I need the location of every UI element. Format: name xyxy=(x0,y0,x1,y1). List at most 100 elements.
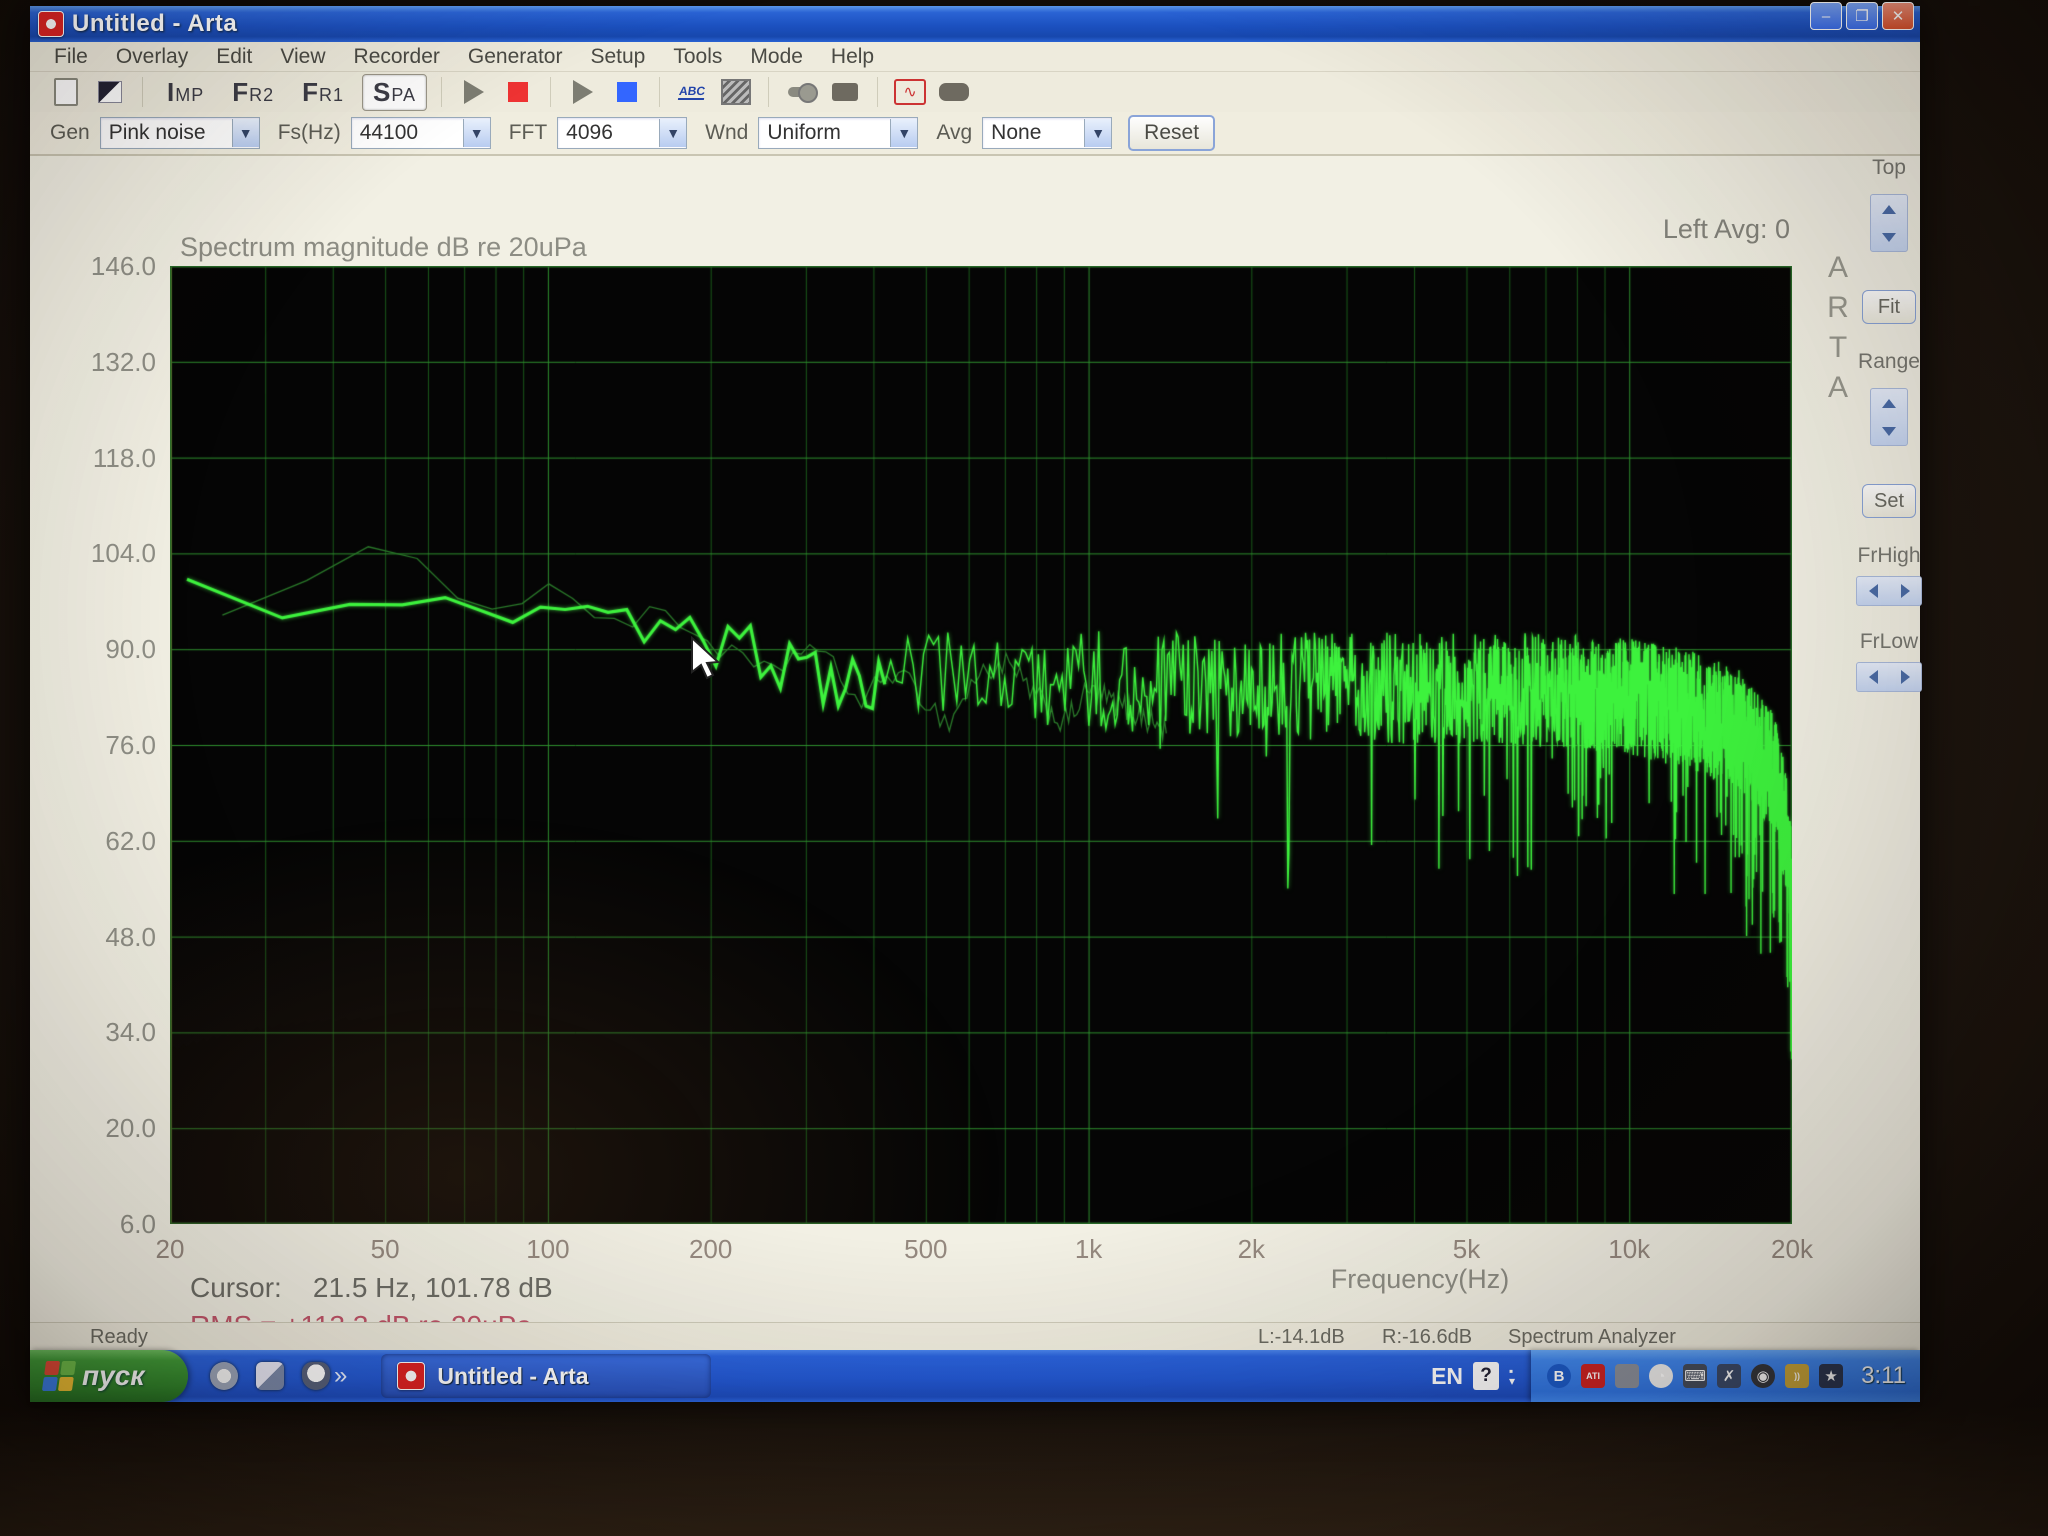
mode-button-fr2[interactable]: FR2 xyxy=(222,75,284,110)
y-tick-label: 90.0 xyxy=(38,634,156,665)
menu-item-setup[interactable]: Setup xyxy=(576,45,659,69)
volume-icon[interactable]: )) xyxy=(1785,1364,1809,1388)
status-mode: Spectrum Analyzer xyxy=(1508,1326,1676,1349)
daemon-tools-icon[interactable]: ◉ xyxy=(1751,1364,1775,1388)
opera-browser-icon[interactable] xyxy=(210,1362,238,1390)
frhigh-spinner[interactable] xyxy=(1856,576,1922,606)
calibrate-mic-icon[interactable] xyxy=(785,78,817,106)
frhigh-label: FrHigh xyxy=(1858,544,1921,568)
arrow-left-icon[interactable] xyxy=(1869,670,1878,684)
sample-rate-dropdown[interactable]: 44100 ▼ xyxy=(351,117,491,149)
menu-item-generator[interactable]: Generator xyxy=(454,45,577,69)
mode-button-fr1[interactable]: FR1 xyxy=(292,75,354,110)
language-help-icon[interactable]: ? xyxy=(1473,1362,1499,1390)
status-ready: Ready xyxy=(90,1326,148,1349)
axis-label-icon[interactable]: ABC xyxy=(676,78,708,106)
nero-disc-icon[interactable]: ◔ xyxy=(1649,1364,1673,1388)
network-error-icon[interactable]: ✗ xyxy=(1717,1364,1741,1388)
task-button-arta[interactable]: Untitled - Arta xyxy=(381,1354,711,1398)
avg-label: Avg xyxy=(936,121,972,145)
menu-item-mode[interactable]: Mode xyxy=(736,45,817,69)
close-button[interactable]: ✕ xyxy=(1882,2,1914,30)
fft-size-dropdown[interactable]: 4096 ▼ xyxy=(557,117,687,149)
x-tick-label: 100 xyxy=(488,1234,608,1265)
arrow-down-icon[interactable] xyxy=(1882,427,1896,436)
x-tick-label: 1k xyxy=(1029,1234,1149,1265)
arrow-right-icon[interactable] xyxy=(1901,584,1910,598)
generator-type-value: Pink noise xyxy=(109,121,206,145)
usb-device-icon[interactable] xyxy=(1615,1364,1639,1388)
taskbar-clock: 3:11 xyxy=(1861,1362,1906,1390)
mode-button-imp[interactable]: IMP xyxy=(157,75,214,110)
menu-item-recorder[interactable]: Recorder xyxy=(340,45,454,69)
quicklaunch-overflow-chevron[interactable]: » xyxy=(334,1362,347,1390)
arrow-up-icon[interactable] xyxy=(1882,205,1896,214)
arrow-up-icon[interactable] xyxy=(1882,399,1896,408)
range-spinner[interactable] xyxy=(1870,388,1908,446)
spectrum-plot[interactable] xyxy=(170,266,1792,1224)
arrow-down-icon[interactable] xyxy=(1882,233,1896,242)
arrow-left-icon[interactable] xyxy=(1869,584,1878,598)
menu-item-overlay[interactable]: Overlay xyxy=(102,45,202,69)
ati-graphics-icon[interactable]: ATI xyxy=(1581,1364,1605,1388)
menu-bar: FileOverlayEditViewRecorderGeneratorSetu… xyxy=(30,42,1920,72)
color-scheme-icon[interactable] xyxy=(94,78,126,106)
plot-title: Spectrum magnitude dB re 20uPa xyxy=(180,232,587,263)
taskbar: пуск » Untitled - Arta EN ? ▪▾ B ATI ◔ ⌨ ✗ ◉)… xyxy=(30,1350,1920,1402)
frlow-spinner[interactable] xyxy=(1856,662,1922,692)
hatch-display-icon[interactable] xyxy=(720,78,752,106)
top-spinner[interactable] xyxy=(1870,194,1908,252)
averaging-dropdown[interactable]: None ▼ xyxy=(982,117,1112,149)
x-tick-label: 5k xyxy=(1406,1234,1526,1265)
menu-item-file[interactable]: File xyxy=(40,45,102,69)
cursor-readout: Cursor: 21.5 Hz, 101.78 dB xyxy=(190,1272,553,1304)
y-tick-label: 48.0 xyxy=(38,922,156,953)
star-utility-icon[interactable]: ★ xyxy=(1819,1364,1843,1388)
quill-app-icon[interactable] xyxy=(256,1362,284,1390)
bluetooth-icon[interactable]: B xyxy=(1547,1364,1571,1388)
y-tick-label: 104.0 xyxy=(38,538,156,569)
top-label: Top xyxy=(1872,156,1906,180)
status-bar: Ready L:-14.1dB R:-16.6dB Spectrum Analy… xyxy=(30,1322,1920,1351)
fox-head-icon[interactable] xyxy=(302,1362,330,1390)
fit-button[interactable]: Fit xyxy=(1862,290,1916,324)
signal-wave-icon[interactable]: ∿ xyxy=(894,78,926,106)
task-button-label: Untitled - Arta xyxy=(437,1363,588,1390)
system-tray: B ATI ◔ ⌨ ✗ ◉)) ★ 3:11 xyxy=(1531,1350,1920,1402)
y-tick-label: 118.0 xyxy=(38,443,156,474)
x-tick-label: 10k xyxy=(1569,1234,1689,1265)
start-label: пуск xyxy=(82,1360,144,1392)
record-play-icon[interactable] xyxy=(458,78,490,106)
menu-item-edit[interactable]: Edit xyxy=(202,45,266,69)
x-axis-label: Frequency(Hz) xyxy=(1210,1264,1630,1295)
minimize-button[interactable]: – xyxy=(1810,2,1842,30)
window-function-dropdown[interactable]: Uniform ▼ xyxy=(758,117,918,149)
language-indicator[interactable]: EN xyxy=(1431,1363,1463,1390)
status-level-left: L:-14.1dB xyxy=(1258,1326,1345,1349)
dark-rect-icon[interactable] xyxy=(829,78,861,106)
generator-stop-icon[interactable] xyxy=(611,78,643,106)
keyboard-icon[interactable]: ⌨ xyxy=(1683,1364,1707,1388)
menu-item-tools[interactable]: Tools xyxy=(659,45,736,69)
mode-button-spa[interactable]: SPA xyxy=(362,74,427,111)
generator-type-dropdown[interactable]: Pink noise ▼ xyxy=(100,117,260,149)
language-options-icon[interactable]: ▪▾ xyxy=(1509,1366,1515,1386)
menu-item-view[interactable]: View xyxy=(266,45,339,69)
record-stop-icon[interactable] xyxy=(502,78,534,106)
new-file-icon[interactable] xyxy=(50,78,82,106)
set-button[interactable]: Set xyxy=(1862,484,1916,518)
chevron-down-icon: ▼ xyxy=(232,119,259,147)
quick-launch-bar xyxy=(210,1362,330,1390)
channel-average-readout: Left Avg: 0 xyxy=(1490,214,1790,245)
menu-item-help[interactable]: Help xyxy=(817,45,888,69)
maximize-button[interactable]: ❐ xyxy=(1846,2,1878,30)
scale-side-panel: Top Fit Range Set FrHigh FrLow xyxy=(1858,156,1920,856)
arrow-right-icon[interactable] xyxy=(1901,670,1910,684)
averaging-value: None xyxy=(991,121,1041,145)
start-button[interactable]: пуск xyxy=(30,1350,188,1402)
reset-button[interactable]: Reset xyxy=(1128,115,1215,151)
generator-play-icon[interactable] xyxy=(567,78,599,106)
dark-rounded-icon[interactable] xyxy=(938,78,970,106)
title-bar: Untitled - Arta – ❐ ✕ xyxy=(30,6,1920,42)
mouse-cursor xyxy=(688,636,724,689)
